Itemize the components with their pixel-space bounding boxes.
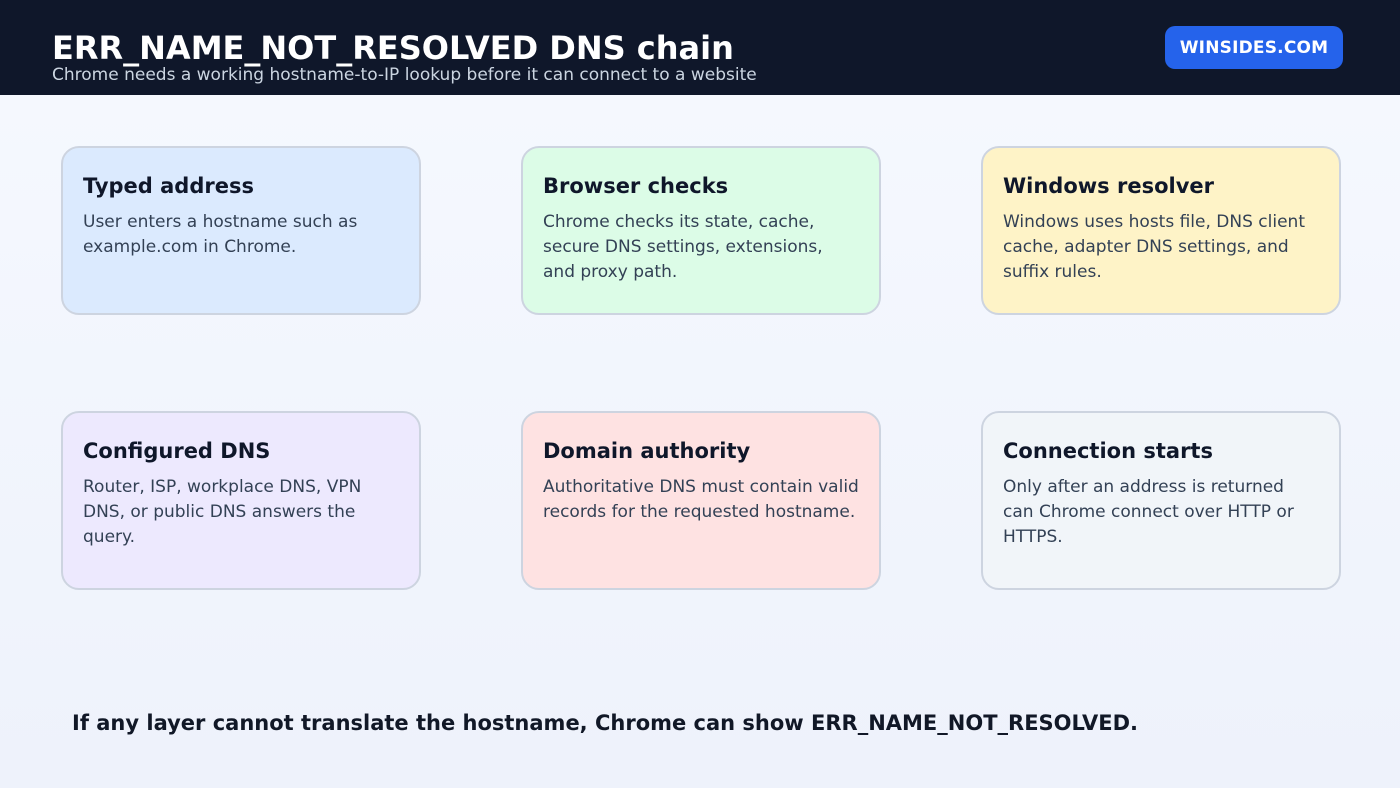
page-title: ERR_NAME_NOT_RESOLVED DNS chain xyxy=(52,29,734,67)
footer-note: If any layer cannot translate the hostna… xyxy=(72,711,1139,735)
card-body: User enters a hostname such as example.c… xyxy=(83,212,358,257)
card-windows-resolver: Windows resolver Windows uses hosts file… xyxy=(981,146,1341,315)
card-connection-starts: Connection starts Only after an address … xyxy=(981,411,1341,590)
card-title: Configured DNS xyxy=(83,439,271,463)
card-configured-dns: Configured DNS Router, ISP, workplace DN… xyxy=(61,411,421,590)
card-body: Windows uses hosts file, DNS client cach… xyxy=(1003,212,1305,282)
card-typed-address: Typed address User enters a hostname suc… xyxy=(61,146,421,315)
card-body: Authoritative DNS must contain valid rec… xyxy=(543,477,859,522)
brand-badge: WINSIDES.COM xyxy=(1165,26,1343,69)
card-body: Only after an address is returned can Ch… xyxy=(1003,477,1294,547)
card-browser-checks: Browser checks Chrome checks its state, … xyxy=(521,146,881,315)
page-subtitle: Chrome needs a working hostname-to-IP lo… xyxy=(52,65,757,85)
header-bar: ERR_NAME_NOT_RESOLVED DNS chain Chrome n… xyxy=(0,0,1400,95)
card-body: Router, ISP, workplace DNS, VPN DNS, or … xyxy=(83,477,362,547)
card-title: Domain authority xyxy=(543,439,751,463)
card-title: Connection starts xyxy=(1003,439,1213,463)
card-body: Chrome checks its state, cache, secure D… xyxy=(543,212,823,282)
card-title: Windows resolver xyxy=(1003,174,1214,198)
card-title: Typed address xyxy=(83,174,254,198)
card-domain-authority: Domain authority Authoritative DNS must … xyxy=(521,411,881,590)
card-title: Browser checks xyxy=(543,174,729,198)
